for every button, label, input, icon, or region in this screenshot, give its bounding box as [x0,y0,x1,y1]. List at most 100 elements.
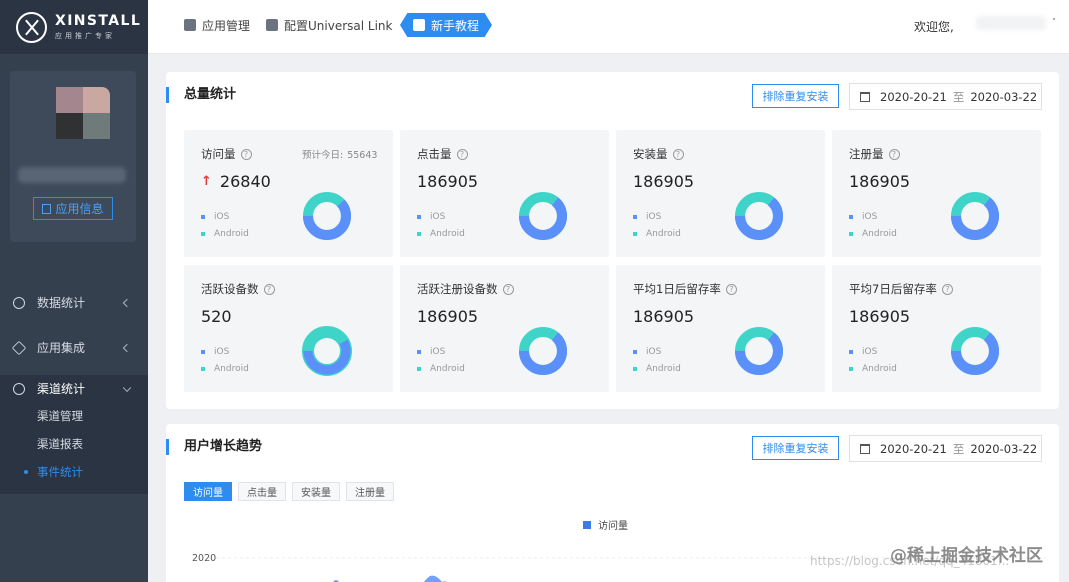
legend-ios[interactable]: iOS [201,347,229,357]
legend-ios[interactable]: iOS [417,347,445,357]
help-icon[interactable]: ? [502,283,514,295]
help-icon[interactable]: ? [240,148,252,160]
app-info-button[interactable]: 应用信息 [33,197,113,220]
legend-android[interactable]: Android [849,229,897,239]
legend-label: iOS [214,212,230,222]
legend-android[interactable]: Android [201,229,249,239]
stat-card-value: 186905 [417,307,478,326]
legend-android[interactable]: Android [417,229,465,239]
sidebar-subitem-channel-report[interactable]: 渠道报表 [0,430,148,458]
stat-card-value-text: 186905 [633,307,695,326]
help-icon[interactable]: ? [888,148,900,160]
user-menu-dot[interactable] [1053,18,1055,20]
xinstall-logo-icon [16,11,47,43]
exclude-duplicate-button[interactable]: 排除重复安装 [752,436,839,460]
stat-card-value-text: 186905 [849,172,911,191]
stat-card-title-text: 点击量 [417,147,452,161]
legend-dot [417,232,421,236]
platform-donut-chart [951,327,999,375]
legend-ios[interactable]: iOS [417,212,445,222]
stat-card-value: 186905 [849,172,910,191]
stat-card-title-text: 安装量 [633,147,668,161]
chevron-left-icon [122,298,132,307]
legend-dot [849,215,853,219]
help-icon[interactable]: ? [941,283,953,295]
legend-dot [417,215,421,219]
legend-ios[interactable]: iOS [633,212,661,222]
help-icon[interactable]: ? [263,283,275,295]
stat-card-value: 186905 [417,172,478,191]
legend-android[interactable]: Android [849,364,897,374]
topnav-beginner-tutorial[interactable]: 新手教程 [400,13,492,37]
legend-android[interactable]: Android [417,364,465,374]
sidebar-item-app-integration[interactable]: 应用集成 [0,325,148,370]
legend-android[interactable]: Android [201,364,249,374]
sidebar-subitem-channel-management[interactable]: 渠道管理 [0,402,148,430]
legend-ios[interactable]: iOS [201,212,229,222]
stat-card-value: 186905 [633,172,694,191]
app-info-label: 应用信息 [55,202,104,216]
legend-dot [417,350,421,354]
legend-ios[interactable]: iOS [633,347,661,357]
topnav-universal-link[interactable]: 配置Universal Link [266,0,392,50]
sidebar-item-data-stats[interactable]: 数据统计 [0,280,148,325]
legend-android[interactable]: Android [633,229,681,239]
sidebar-submenu: 渠道管理 渠道报表 事件统计 [0,402,148,494]
platform-donut-chart [519,327,567,375]
tab-clicks[interactable]: 点击量 [238,482,286,501]
date-to: 2020-03-22 [970,441,1038,456]
sidebar: XINSTALL 应用推广专家 应用信息 数据统计 应用集成 渠道统计 渠道管理… [0,0,148,582]
date-range-picker[interactable]: 2020-20-21 至 2020-03-22 [849,435,1042,462]
topnav-label: 配置Universal Link [284,18,393,33]
stat-card-title: 活跃注册设备数? [417,281,514,297]
tab-installs[interactable]: 安装量 [292,482,340,501]
app-name-blurred [18,167,126,183]
stat-card-title-text: 活跃设备数 [201,282,259,296]
stat-card-value-text: 520 [201,307,232,326]
juejin-watermark: @稀土掘金技术社区 [890,546,1043,566]
username-blurred[interactable] [976,16,1046,30]
legend-label: iOS [646,212,662,222]
legend-dot [849,367,853,371]
legend-dot [201,367,205,371]
sidebar-subitem-event-stats[interactable]: 事件统计 [0,458,148,486]
legend-label: iOS [862,212,878,222]
legend-dot [417,367,421,371]
welcome-text: 欢迎您, [914,20,954,34]
platform-donut-chart [735,327,783,375]
date-from: 2020-20-21 [880,441,947,456]
chart-legend[interactable]: 访问量 [583,517,628,532]
legend-android[interactable]: Android [633,364,681,374]
legend-dot [849,232,853,236]
help-icon[interactable]: ? [672,148,684,160]
calendar-icon [860,91,870,102]
stat-card-value-text: 186905 [849,307,911,326]
date-separator: 至 [952,89,965,104]
legend-label: Android [862,364,897,374]
stat-card-title: 平均7日后留存率? [849,281,953,297]
stat-card-value-text: 186905 [633,172,695,191]
stat-card-value: 520 [201,307,232,326]
legend-ios[interactable]: iOS [849,212,877,222]
tab-registrations[interactable]: 注册量 [346,482,394,501]
exclude-duplicate-button[interactable]: 排除重复安装 [752,84,839,108]
legend-ios[interactable]: iOS [849,347,877,357]
help-icon[interactable]: ? [456,148,468,160]
stat-card-title-text: 平均1日后留存率 [633,282,721,296]
sidebar-item-channel-stats[interactable]: 渠道统计 [0,375,148,402]
tab-visits[interactable]: 访问量 [184,482,232,501]
sidebar-item-label: 渠道统计 [37,382,86,396]
brand-logo[interactable]: XINSTALL 应用推广专家 [0,0,148,54]
chevron-left-icon [122,343,132,352]
legend-dot [633,215,637,219]
metric-tabs: 访问量 点击量 安装量 注册量 [184,482,394,501]
summary-panel: 总量统计 排除重复安装 2020-20-21 至 2020-03-22 访问量?… [166,72,1059,409]
cube-icon [184,19,196,31]
platform-donut-chart [303,192,351,240]
date-range-picker[interactable]: 2020-20-21 至 2020-03-22 [849,83,1042,110]
help-icon[interactable]: ? [725,283,737,295]
stat-card-title: 平均1日后留存率? [633,281,737,297]
brand-name: XINSTALL [55,13,142,29]
topnav-app-management[interactable]: 应用管理 [184,0,250,50]
legend-dot [201,215,205,219]
